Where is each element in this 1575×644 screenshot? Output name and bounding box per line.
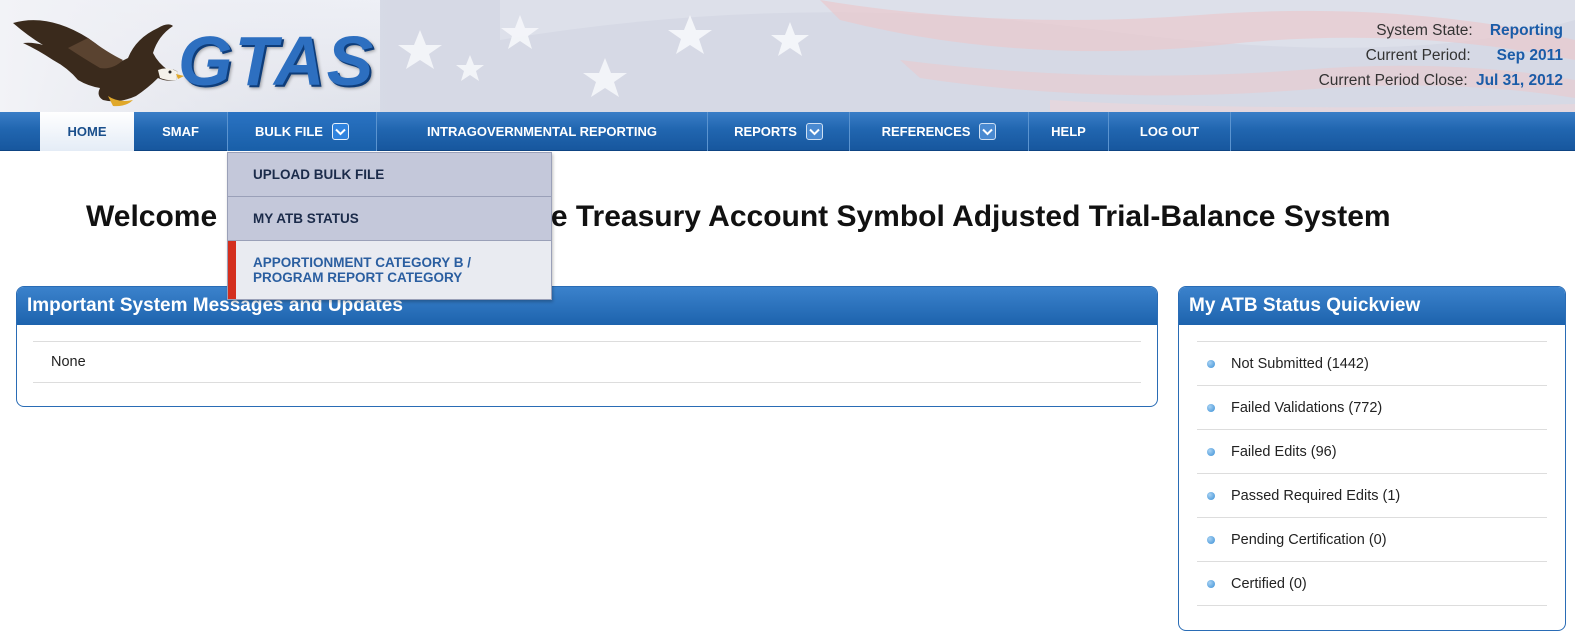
list-item-label: Failed Edits (96) bbox=[1231, 443, 1337, 460]
menu-item-label: UPLOAD BULK FILE bbox=[253, 167, 385, 182]
nav-references[interactable]: REFERENCES bbox=[850, 112, 1029, 151]
messages-panel: Important System Messages and Updates No… bbox=[16, 286, 1158, 407]
list-item-label: Failed Validations (772) bbox=[1231, 399, 1383, 416]
atb-status-failed-edits[interactable]: Failed Edits (96) bbox=[1197, 430, 1547, 474]
bullet-icon bbox=[1207, 447, 1215, 456]
chevron-down-icon[interactable] bbox=[331, 123, 349, 140]
current-period-value: Sep 2011 bbox=[1496, 47, 1563, 64]
atb-status-panel: My ATB Status Quickview Not Submitted (1… bbox=[1178, 286, 1566, 631]
menu-item-my-atb-status[interactable]: MY ATB STATUS bbox=[228, 197, 551, 241]
atb-status-certified[interactable]: Certified (0) bbox=[1197, 562, 1547, 606]
atb-status-list: Not Submitted (1442) Failed Validations … bbox=[1197, 341, 1547, 606]
list-item-label: Not Submitted (1442) bbox=[1231, 355, 1369, 372]
menu-item-apportionment-category-b[interactable]: APPORTIONMENT CATEGORY B / PROGRAM REPOR… bbox=[228, 241, 551, 299]
bullet-icon bbox=[1207, 359, 1215, 368]
nav-smaf-label: SMAF bbox=[162, 124, 199, 139]
list-item: None bbox=[51, 354, 86, 370]
nav-reports[interactable]: REPORTS bbox=[708, 112, 850, 151]
system-status-panel: System State: Reporting Current Period: … bbox=[1319, 18, 1563, 93]
list-item-label: Certified (0) bbox=[1231, 575, 1307, 592]
system-state-label: System State: bbox=[1376, 22, 1473, 39]
nav-home[interactable]: HOME bbox=[40, 112, 134, 151]
nav-log-out[interactable]: LOG OUT bbox=[1109, 112, 1231, 151]
chevron-down-icon[interactable] bbox=[979, 123, 997, 140]
menu-item-upload-bulk-file[interactable]: UPLOAD BULK FILE bbox=[228, 153, 551, 197]
nav-help[interactable]: HELP bbox=[1029, 112, 1109, 151]
nav-help-label: HELP bbox=[1051, 124, 1086, 139]
nav-references-label: REFERENCES bbox=[881, 124, 971, 139]
current-period-label: Current Period: bbox=[1365, 47, 1471, 64]
bullet-icon bbox=[1207, 491, 1215, 500]
nav-bulk-file-label: BULK FILE bbox=[255, 124, 323, 139]
menu-item-label: MY ATB STATUS bbox=[253, 211, 359, 226]
period-close-value: Jul 31, 2012 bbox=[1475, 72, 1563, 89]
nav-intragovernmental-reporting[interactable]: INTRAGOVERNMENTAL REPORTING bbox=[377, 112, 708, 151]
menu-item-label-line1: APPORTIONMENT CATEGORY B / bbox=[253, 255, 472, 270]
bullet-icon bbox=[1207, 403, 1215, 412]
nav-reports-label: REPORTS bbox=[734, 124, 797, 139]
atb-status-pending-certification[interactable]: Pending Certification (0) bbox=[1197, 518, 1547, 562]
welcome-text-right: ide Treasury Account Symbol Adjusted Tri… bbox=[524, 200, 1391, 233]
list-item-label: Passed Required Edits (1) bbox=[1231, 487, 1401, 504]
atb-status-not-submitted[interactable]: Not Submitted (1442) bbox=[1197, 342, 1547, 386]
bulk-file-dropdown-menu: UPLOAD BULK FILE MY ATB STATUS APPORTION… bbox=[227, 152, 552, 300]
atb-status-panel-title: My ATB Status Quickview bbox=[1179, 287, 1565, 325]
eagle-logo-icon bbox=[13, 20, 184, 107]
nav-log-out-label: LOG OUT bbox=[1139, 124, 1200, 139]
chevron-down-icon[interactable] bbox=[805, 123, 823, 140]
welcome-text-left: Welcome bbox=[86, 200, 218, 233]
nav-intragovernmental-label: INTRAGOVERNMENTAL REPORTING bbox=[427, 124, 657, 139]
period-close-row: Current Period Close: Jul 31, 2012 bbox=[1319, 68, 1563, 93]
messages-panel-title: Important System Messages and Updates bbox=[17, 287, 1157, 325]
bullet-icon bbox=[1207, 579, 1215, 588]
system-state-row: System State: Reporting bbox=[1319, 18, 1563, 43]
bullet-icon bbox=[1207, 535, 1215, 544]
nav-bulk-file[interactable]: BULK FILE bbox=[228, 112, 377, 151]
header-banner: GTAS System State: Reporting Current Per… bbox=[0, 0, 1575, 112]
atb-status-failed-validations[interactable]: Failed Validations (772) bbox=[1197, 386, 1547, 430]
main-navigation: HOME SMAF BULK FILE INTRAGOVERNMENTAL RE… bbox=[0, 112, 1575, 151]
messages-list: None bbox=[33, 341, 1141, 383]
current-period-row: Current Period: Sep 2011 bbox=[1319, 43, 1563, 68]
atb-status-passed-required-edits[interactable]: Passed Required Edits (1) bbox=[1197, 474, 1547, 518]
system-state-value: Reporting bbox=[1489, 22, 1563, 39]
nav-home-label: HOME bbox=[67, 124, 107, 139]
nav-smaf[interactable]: SMAF bbox=[134, 112, 228, 151]
menu-item-label-line2: PROGRAM REPORT CATEGORY bbox=[253, 270, 463, 285]
gtas-logo-text: GTAS bbox=[178, 22, 376, 100]
period-close-label: Current Period Close: bbox=[1318, 72, 1468, 89]
list-item-label: Pending Certification (0) bbox=[1231, 531, 1387, 548]
menu-item-label: APPORTIONMENT CATEGORY B / PROGRAM REPOR… bbox=[253, 255, 471, 285]
